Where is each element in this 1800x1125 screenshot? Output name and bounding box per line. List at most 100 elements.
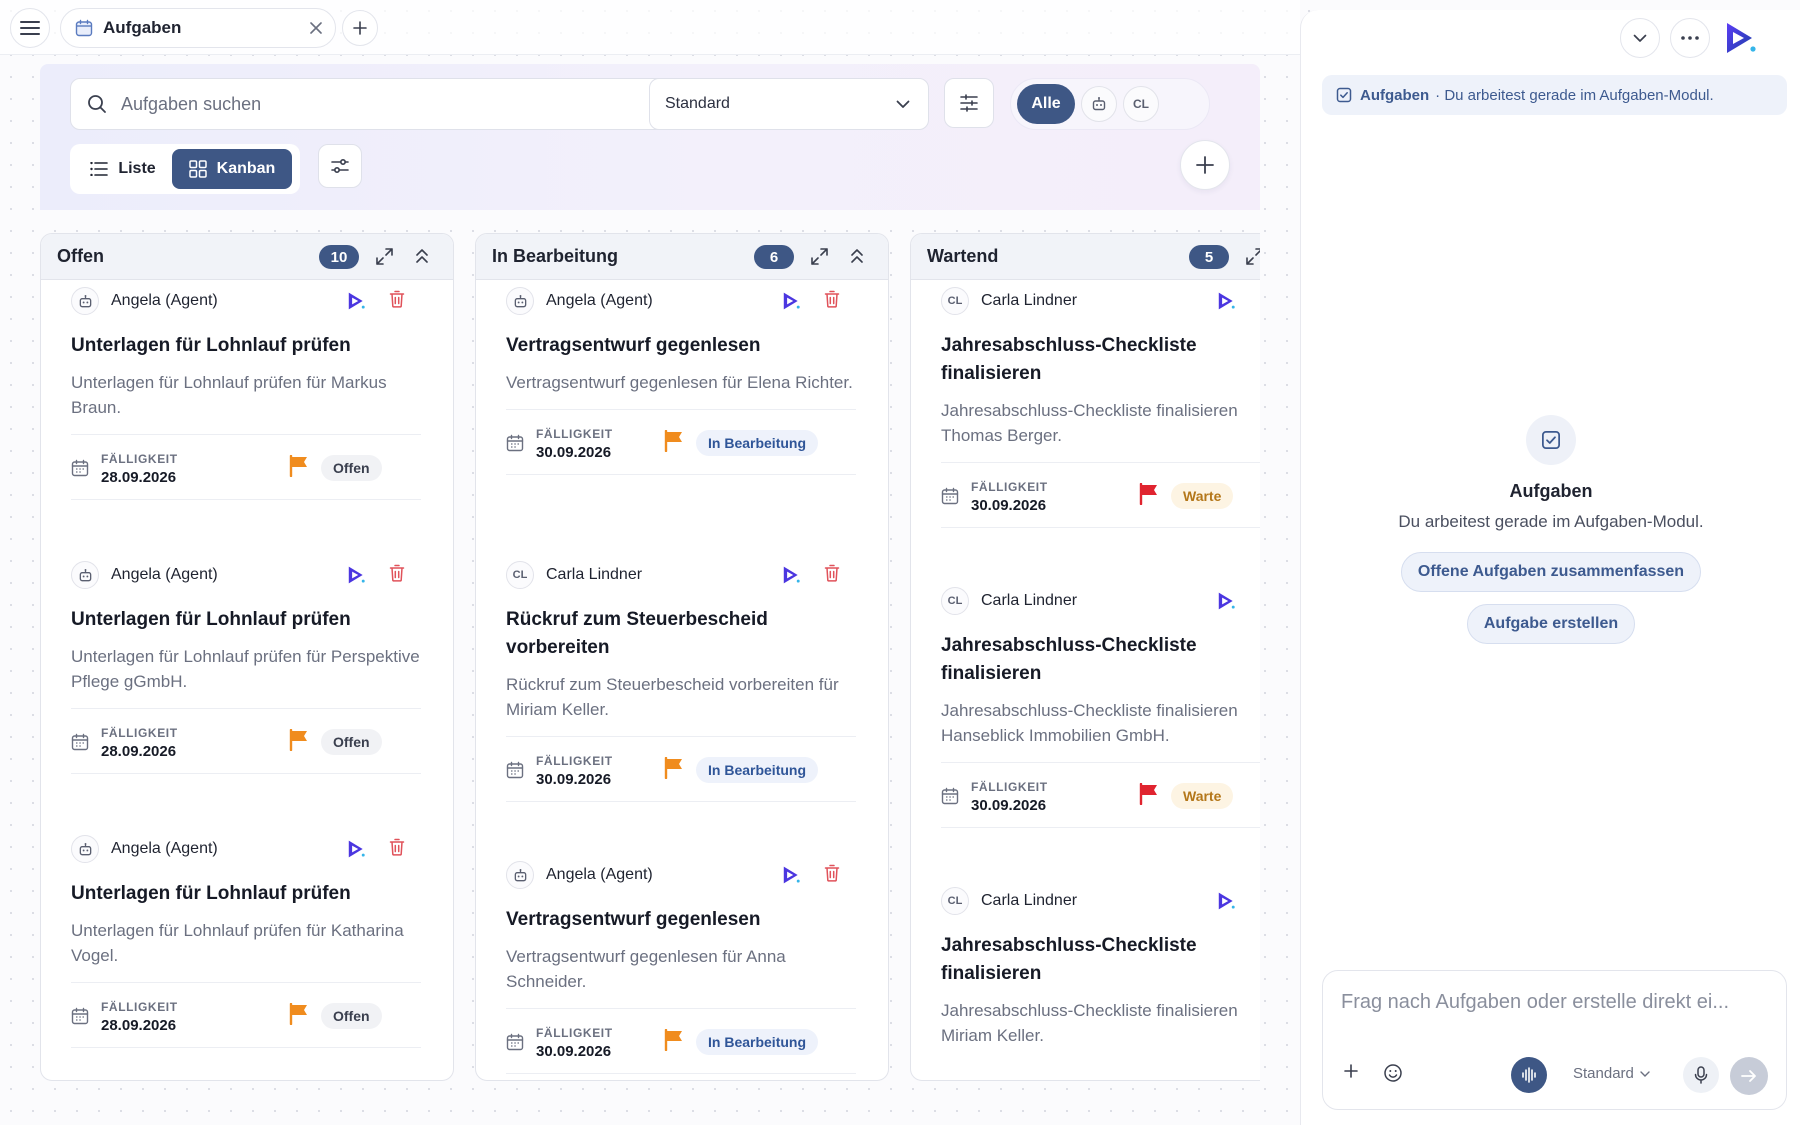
card-header: CL Carla Lindner xyxy=(941,886,1260,916)
tab-aufgaben[interactable]: Aufgaben xyxy=(60,8,336,48)
new-tab-button[interactable] xyxy=(342,10,378,46)
task-card[interactable]: CL Carla Lindner Rückruf zum Steuerbeschei… xyxy=(506,560,856,802)
task-description: Jahresabschluss-Checkliste finalisieren … xyxy=(941,701,1238,745)
priority-flag-icon xyxy=(289,1003,307,1025)
assistant-logo-icon xyxy=(1218,892,1235,910)
priority-flag[interactable] xyxy=(664,1029,684,1051)
open-in-assistant-button[interactable] xyxy=(781,291,801,311)
suggestion-summarize-button[interactable]: Offene Aufgaben zusammenfassen xyxy=(1400,552,1702,592)
filter-agent-button[interactable] xyxy=(1081,86,1117,122)
delete-task-button[interactable] xyxy=(824,290,840,308)
chevrons-up-icon xyxy=(416,249,428,263)
chat-input[interactable] xyxy=(1341,991,1771,1031)
status-badge[interactable]: Offen xyxy=(321,1003,382,1029)
task-title: Jahresabschluss-Checkliste finalisieren xyxy=(941,335,1197,384)
open-in-assistant-button[interactable] xyxy=(1216,891,1236,911)
attach-button[interactable] xyxy=(1343,1063,1359,1079)
kanban-view-button[interactable]: Kanban xyxy=(172,149,292,189)
status-badge[interactable]: Offen xyxy=(321,729,382,755)
assignee-name: Angela (Agent) xyxy=(546,292,653,309)
open-in-assistant-button[interactable] xyxy=(1216,591,1236,611)
board-settings-button[interactable] xyxy=(318,144,362,188)
due-date: 30.09.2026 xyxy=(971,797,1047,814)
card-footer: FÄLLIGKEIT 30.09.2026 In Bearbeitung xyxy=(506,1008,856,1074)
delete-task-button[interactable] xyxy=(824,564,840,582)
filter-user-button[interactable]: CL xyxy=(1123,86,1159,122)
delete-task-button[interactable] xyxy=(389,290,405,308)
open-in-assistant-button[interactable] xyxy=(346,565,366,585)
priority-flag[interactable] xyxy=(1139,483,1159,505)
card-header: CL Carla Lindner xyxy=(941,286,1260,316)
tab-close-button[interactable] xyxy=(307,19,325,37)
assignee-name: Carla Lindner xyxy=(981,292,1078,309)
filter-button[interactable] xyxy=(944,78,994,128)
priority-flag-icon xyxy=(289,455,307,477)
task-card[interactable]: Angela (Agent) Vertragsentwurf gegenlesen… xyxy=(506,286,856,475)
task-card[interactable]: Angela (Agent) Unterlagen für Lohnlauf pr… xyxy=(71,560,421,774)
open-in-assistant-button[interactable] xyxy=(781,565,801,585)
voice-mode-button[interactable] xyxy=(1511,1057,1547,1093)
assignee-name: Angela (Agent) xyxy=(111,840,218,857)
task-card[interactable]: Angela (Agent) Vertragsentwurf gegenlesen… xyxy=(506,860,856,1074)
filter-all-button[interactable]: Alle xyxy=(1017,84,1075,124)
agent-avatar xyxy=(71,287,99,315)
open-in-assistant-button[interactable] xyxy=(346,291,366,311)
priority-flag[interactable] xyxy=(664,757,684,779)
task-card[interactable]: CL Carla Lindner Jahresabschluss-Checklist… xyxy=(941,586,1260,828)
robot-icon xyxy=(79,568,91,581)
open-in-assistant-button[interactable] xyxy=(1216,291,1236,311)
calendar-icon xyxy=(506,434,524,452)
open-in-assistant-button[interactable] xyxy=(781,865,801,885)
priority-flag[interactable] xyxy=(1139,783,1159,805)
emoji-button[interactable] xyxy=(1383,1063,1403,1083)
task-description: Unterlagen für Lohnlauf prüfen für Marku… xyxy=(71,373,387,417)
open-in-assistant-button[interactable] xyxy=(346,839,366,859)
search-box[interactable] xyxy=(70,78,672,130)
status-badge[interactable]: Warte xyxy=(1171,483,1234,509)
kanban-column: Offen 10 Angela (Agent) Unterlagen für Lohn… xyxy=(40,233,454,1081)
send-button[interactable] xyxy=(1730,1057,1768,1095)
column-expand-button[interactable] xyxy=(1246,248,1260,265)
priority-flag[interactable] xyxy=(289,729,309,751)
delete-task-button[interactable] xyxy=(824,864,840,882)
list-view-button[interactable]: Liste xyxy=(74,149,172,189)
collapse-panel-button[interactable] xyxy=(1620,18,1660,58)
status-badge[interactable]: Offen xyxy=(321,455,382,481)
add-task-button[interactable] xyxy=(1180,140,1230,190)
delete-task-button[interactable] xyxy=(389,838,405,856)
column-expand-button[interactable] xyxy=(811,248,828,265)
avatar: CL xyxy=(941,287,969,315)
task-title: Unterlagen für Lohnlauf prüfen xyxy=(71,883,351,904)
priority-flag[interactable] xyxy=(289,1003,309,1025)
column-collapse-button[interactable] xyxy=(415,248,429,264)
task-icon xyxy=(1526,415,1576,465)
status-badge[interactable]: In Bearbeitung xyxy=(696,1029,819,1055)
task-card[interactable]: Angela (Agent) Unterlagen für Lohnlauf pr… xyxy=(71,286,421,500)
due-label: FÄLLIGKEIT xyxy=(536,1026,613,1040)
priority-flag[interactable] xyxy=(289,455,309,477)
task-card[interactable]: CL Carla Lindner Jahresabschluss-Checklist… xyxy=(941,286,1260,528)
status-badge[interactable]: Warte xyxy=(1171,783,1234,809)
chevrons-up-icon xyxy=(851,249,863,263)
task-card[interactable]: CL Carla Lindner Jahresabschluss-Checklist… xyxy=(941,886,1260,1048)
delete-task-button[interactable] xyxy=(389,564,405,582)
status-badge[interactable]: In Bearbeitung xyxy=(696,757,819,783)
sliders-icon xyxy=(960,94,978,112)
model-select[interactable]: Standard xyxy=(1573,1065,1650,1082)
view-select[interactable]: Standard xyxy=(649,78,929,130)
microphone-button[interactable] xyxy=(1683,1057,1719,1093)
menu-button[interactable] xyxy=(10,8,50,48)
composer-toolbar: Standard xyxy=(1335,1057,1774,1097)
trash-icon xyxy=(824,864,840,882)
status-badge[interactable]: In Bearbeitung xyxy=(696,430,819,456)
priority-flag[interactable] xyxy=(664,430,684,452)
trash-icon xyxy=(389,564,405,582)
calendar-icon xyxy=(941,487,959,505)
column-collapse-button[interactable] xyxy=(850,248,864,264)
search-input[interactable] xyxy=(121,93,641,115)
due-date: 28.09.2026 xyxy=(101,469,177,486)
column-expand-button[interactable] xyxy=(376,248,393,265)
more-options-button[interactable] xyxy=(1670,18,1710,58)
task-card[interactable]: Angela (Agent) Unterlagen für Lohnlauf pr… xyxy=(71,834,421,1048)
suggestion-create-task-button[interactable]: Aufgabe erstellen xyxy=(1466,604,1636,644)
